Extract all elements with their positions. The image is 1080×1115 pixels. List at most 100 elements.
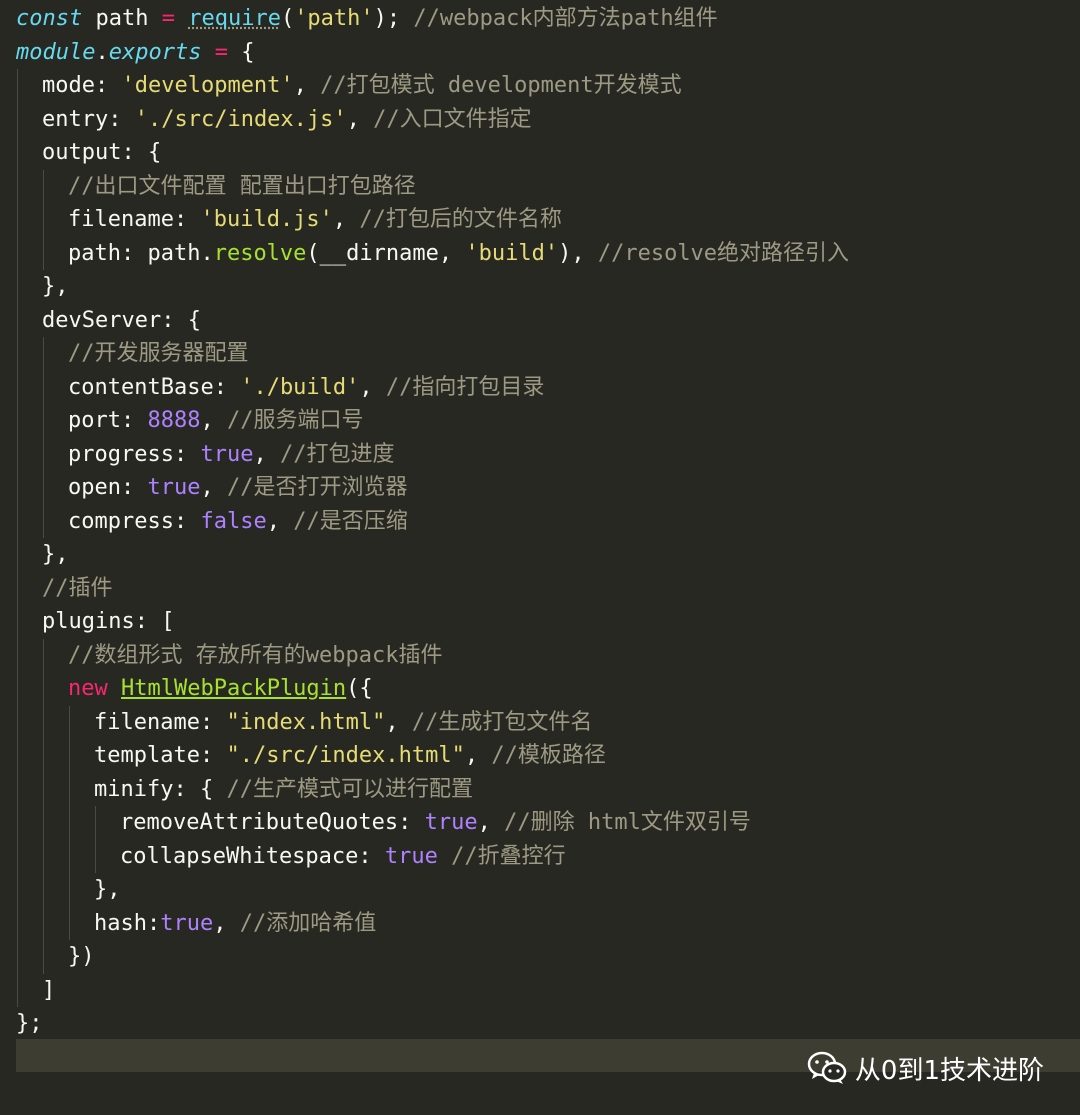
code-token: //添加哈希值	[239, 910, 377, 936]
code-token: entry	[42, 106, 109, 132]
code-token: true	[384, 843, 438, 869]
code-line[interactable]: hash:true, //添加哈希值	[94, 907, 376, 941]
code-line[interactable]: },	[42, 538, 69, 572]
indent-guide	[17, 69, 18, 1007]
code-editor[interactable]: const path = require('path'); //webpack内…	[0, 0, 1080, 1115]
code-token: 'path'	[294, 6, 374, 31]
code-token: require	[188, 6, 281, 31]
code-token: true	[147, 475, 201, 500]
code-line[interactable]: collapseWhitespace: true //折叠控行	[120, 840, 566, 874]
code-token: ,	[359, 374, 386, 400]
code-token: open	[68, 475, 121, 500]
code-token: template	[94, 743, 200, 768]
code-line[interactable]: entry: './src/index.js', //入口文件指定	[42, 103, 532, 137]
code-line[interactable]: },	[42, 270, 69, 304]
code-line[interactable]: mode: 'development', //打包模式 development开…	[42, 69, 682, 103]
code-token: :	[213, 374, 241, 400]
code-token: 'development'	[121, 73, 294, 98]
code-token: : {	[173, 776, 227, 802]
code-line[interactable]: })	[68, 940, 95, 974]
code-token: :	[173, 441, 201, 467]
code-token: :	[398, 810, 425, 835]
code-token: :	[173, 508, 201, 534]
code-token: compress	[68, 508, 174, 534]
code-token: //webpack内部方法path组件	[400, 6, 718, 31]
indent-guide	[95, 806, 96, 873]
code-token: './src/index.js'	[134, 106, 347, 132]
code-token: module	[16, 39, 96, 65]
code-token: filename	[68, 207, 174, 232]
code-line[interactable]: progress: true, //打包进度	[68, 438, 394, 472]
code-line[interactable]: },	[94, 873, 121, 907]
code-token: path	[68, 240, 121, 266]
code-line[interactable]: minify: { //生产模式可以进行配置	[94, 773, 473, 807]
code-line[interactable]: template: "./src/index.html", //模板路径	[94, 739, 606, 773]
code-token: progress	[68, 441, 174, 467]
code-token: : {	[161, 307, 201, 333]
code-token: : [	[134, 609, 175, 634]
code-token: ,	[200, 475, 227, 500]
code-token: //是否压缩	[293, 508, 408, 534]
code-line[interactable]: output: {	[42, 136, 161, 170]
code-token: ,	[346, 106, 374, 132]
indent-guide	[43, 337, 44, 538]
code-line[interactable]: open: true, //是否打开浏览器	[68, 471, 407, 505]
code-token: hash	[94, 910, 147, 936]
code-token: //打包模式 development开发模式	[320, 73, 682, 98]
code-line[interactable]: devServer: {	[42, 304, 201, 338]
code-token: 'build'	[465, 240, 559, 266]
code-line[interactable]: port: 8888, //服务端口号	[68, 404, 363, 438]
code-token: };	[16, 1011, 43, 1036]
code-line[interactable]: contentBase: './build', //指向打包目录	[68, 371, 544, 405]
code-token: .	[95, 39, 109, 65]
code-line[interactable]: };	[16, 1007, 43, 1041]
code-token: HtmlWebPackPlugin	[121, 676, 347, 701]
code-token: //是否打开浏览器	[226, 475, 408, 500]
wechat-icon	[807, 1051, 847, 1084]
code-line[interactable]: path: path.resolve(__dirname, 'build'), …	[68, 237, 849, 271]
code-line[interactable]: plugins: [	[42, 605, 174, 639]
code-token: })	[68, 944, 95, 969]
code-token: },	[42, 274, 69, 299]
code-token: ,	[253, 441, 280, 467]
code-line[interactable]: module.exports = {	[16, 36, 254, 70]
code-token: 'build.js'	[200, 207, 333, 232]
code-token: "index.html"	[226, 709, 386, 735]
code-line[interactable]: new HtmlWebPackPlugin({	[68, 672, 373, 706]
code-token: },	[42, 542, 69, 567]
code-token: exports	[108, 39, 202, 65]
code-token: collapseWhitespace	[120, 843, 359, 869]
code-line[interactable]: //插件	[42, 572, 113, 606]
code-line[interactable]: //数组形式 存放所有的webpack插件	[68, 639, 442, 673]
code-line[interactable]: //出口文件配置 配置出口打包路径	[68, 170, 416, 204]
code-token: ,	[464, 743, 492, 768]
code-line[interactable]: filename: 'build.js', //打包后的文件名称	[68, 203, 562, 237]
code-token: =	[214, 39, 228, 65]
code-token: ,	[332, 207, 360, 232]
code-token: ,	[266, 508, 294, 534]
code-token: :	[120, 475, 148, 500]
code-line[interactable]: compress: false, //是否压缩	[68, 505, 408, 539]
code-token: mode	[42, 73, 95, 98]
code-token: //resolve绝对路径引入	[597, 240, 850, 266]
code-token: filename	[94, 709, 200, 735]
code-token: :	[358, 843, 385, 869]
code-line[interactable]: ]	[42, 974, 55, 1008]
watermark-text: 从0到1技术进阶	[854, 1055, 1044, 1086]
code-line[interactable]: filename: "index.html", //生成打包文件名	[94, 706, 592, 740]
code-token: },	[94, 877, 121, 902]
code-token: ,	[477, 810, 505, 835]
code-token: //数组形式 存放所有的webpack插件	[68, 642, 443, 668]
code-token: //打包后的文件名称	[359, 207, 562, 232]
code-token: //打包进度	[279, 441, 395, 467]
code-line[interactable]: //开发服务器配置	[68, 337, 249, 371]
code-token: : path.	[120, 240, 214, 266]
code-token: resolve	[213, 240, 307, 266]
indent-guide	[43, 169, 44, 270]
code-line[interactable]: const path = require('path'); //webpack内…	[16, 2, 718, 36]
code-token: ,	[200, 408, 227, 433]
code-line[interactable]: removeAttributeQuotes: true, //删除 html文件…	[120, 806, 751, 840]
code-token: 8888	[147, 408, 201, 433]
